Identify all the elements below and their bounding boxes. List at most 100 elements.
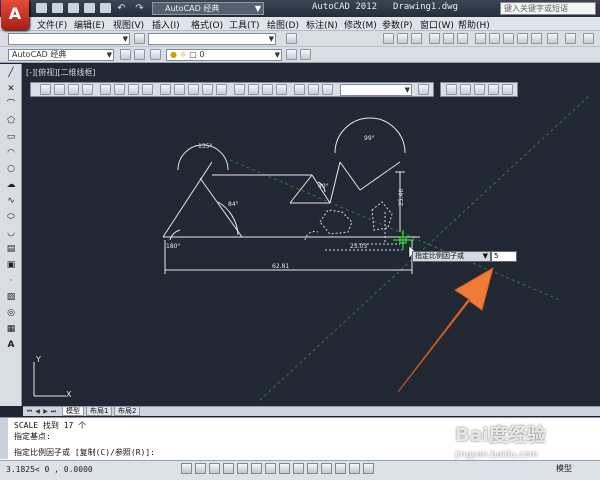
diameter-dim-icon[interactable] <box>128 84 139 95</box>
dim-space-icon[interactable] <box>202 84 213 95</box>
layer-previous-icon[interactable] <box>300 49 311 60</box>
dim-edit-icon[interactable] <box>294 84 305 95</box>
workspace-combo[interactable]: AutoCAD 经典 ▼ <box>8 49 114 61</box>
redo-icon[interactable]: ↷ <box>134 3 145 14</box>
copy-icon[interactable] <box>489 33 500 44</box>
autocad-logo-icon[interactable]: A <box>1 0 29 30</box>
snap-mode-icon[interactable] <box>195 463 206 474</box>
center-mark-icon[interactable] <box>248 84 259 95</box>
dtext-icon[interactable] <box>460 84 471 95</box>
layer-combo[interactable]: ● ☼ ▢ 0 ▼ <box>166 49 282 61</box>
menu-tools[interactable]: 工具(T) <box>229 18 260 31</box>
make-block-icon[interactable]: ▣ <box>5 260 17 270</box>
circle-icon[interactable]: ○ <box>5 164 17 174</box>
line-icon[interactable]: ╱ <box>5 68 17 78</box>
print-icon[interactable] <box>100 3 111 13</box>
polygon-icon[interactable]: ⬠ <box>5 116 17 126</box>
object-snap-tracking-icon[interactable] <box>279 463 290 474</box>
open-icon[interactable] <box>397 33 408 44</box>
jogged-linear-icon[interactable] <box>276 84 287 95</box>
ellipse-icon[interactable]: ⬭ <box>5 212 17 222</box>
publish-icon[interactable] <box>457 33 468 44</box>
menu-view[interactable]: 视图(V) <box>113 18 144 31</box>
ortho-icon[interactable] <box>223 463 234 474</box>
polar-tracking-icon[interactable] <box>237 463 248 474</box>
block-editor-icon[interactable] <box>531 33 542 44</box>
dim-break-icon[interactable] <box>216 84 227 95</box>
save-icon[interactable] <box>68 3 79 13</box>
drawing-canvas[interactable]: 135° 99° 40° 84° 180° 62.81 25.46 25.03 … <box>23 64 600 406</box>
polyline-icon[interactable]: ⌒ <box>5 100 17 110</box>
paste-icon[interactable] <box>503 33 514 44</box>
chevron-down-icon[interactable]: ▼ <box>483 252 488 261</box>
save-as-icon[interactable] <box>84 3 95 13</box>
dim-update-icon[interactable] <box>322 84 333 95</box>
revision-cloud-icon[interactable]: ☁ <box>5 180 17 190</box>
hatch-icon[interactable]: ▨ <box>5 292 17 302</box>
insert-block-icon[interactable]: ▤ <box>5 244 17 254</box>
region-icon[interactable]: ◎ <box>5 308 17 318</box>
menu-window[interactable]: 窗口(W) <box>420 18 454 31</box>
text-style-select[interactable]: ▼ <box>8 33 130 45</box>
cut-icon[interactable] <box>475 33 486 44</box>
grid-icon[interactable] <box>209 463 220 474</box>
tab-layout1[interactable]: 布局1 <box>86 407 113 416</box>
pan-icon[interactable] <box>583 33 594 44</box>
make-current-icon[interactable] <box>286 49 297 60</box>
infer-constraints-icon[interactable] <box>181 463 192 474</box>
mtext-icon[interactable] <box>446 84 457 95</box>
open-file-icon[interactable] <box>52 3 63 13</box>
first-tab-icon[interactable]: ⏮ <box>26 408 33 415</box>
menu-insert[interactable]: 插入(I) <box>152 18 180 31</box>
construction-line-icon[interactable]: ✕ <box>5 84 17 94</box>
angular-dim-icon[interactable] <box>142 84 153 95</box>
menu-draw[interactable]: 绘图(D) <box>267 18 299 31</box>
spline-icon[interactable]: ∿ <box>5 196 17 206</box>
arc-icon[interactable]: ◠ <box>5 148 17 158</box>
multiline-text-icon[interactable]: A <box>5 340 17 350</box>
table-icon[interactable]: ▦ <box>5 324 17 334</box>
menu-dimension[interactable]: 标注(N) <box>306 18 338 31</box>
arc-length-icon[interactable] <box>68 84 79 95</box>
quick-properties-icon[interactable] <box>349 463 360 474</box>
coordinate-readout[interactable]: 3.1825< 0 , 0.0000 <box>6 465 93 474</box>
tolerance-icon[interactable] <box>234 84 245 95</box>
ordinate-dim-icon[interactable] <box>82 84 93 95</box>
object-snap-icon[interactable] <box>251 463 262 474</box>
linear-dim-icon[interactable] <box>40 84 51 95</box>
undo-icon[interactable] <box>547 33 558 44</box>
save-icon[interactable] <box>411 33 422 44</box>
radius-dim-icon[interactable] <box>100 84 111 95</box>
jogged-dim-icon[interactable] <box>114 84 125 95</box>
find-text-icon[interactable] <box>488 84 499 95</box>
prev-tab-icon[interactable]: ◀ <box>34 408 41 415</box>
workspace-select[interactable]: AutoCAD 经典 ▼ <box>152 2 264 15</box>
dim-style-combo[interactable]: ▼ <box>340 84 412 96</box>
layer-properties-icon[interactable] <box>150 49 161 60</box>
point-icon[interactable]: · <box>5 276 17 286</box>
menu-parametric[interactable]: 参数(P) <box>382 18 412 31</box>
inspection-icon[interactable] <box>262 84 273 95</box>
rectangle-icon[interactable]: ▭ <box>5 132 17 142</box>
continue-dim-icon[interactable] <box>188 84 199 95</box>
tab-layout2[interactable]: 布局2 <box>114 407 141 416</box>
spell-check-icon[interactable] <box>502 84 513 95</box>
menu-edit[interactable]: 编辑(E) <box>74 18 105 31</box>
command-prompt[interactable]: 指定比例因子或 [复制(C)/参照(R)]: <box>14 447 155 458</box>
tab-model[interactable]: 模型 <box>62 407 84 416</box>
dim-style-icon[interactable] <box>286 33 297 44</box>
undo-icon[interactable]: ↶ <box>116 3 127 14</box>
scale-factor-input[interactable]: 5 <box>491 251 517 262</box>
next-tab-icon[interactable]: ▶ <box>42 408 49 415</box>
menu-help[interactable]: 帮助(H) <box>458 18 490 31</box>
menu-modify[interactable]: 修改(M) <box>344 18 377 31</box>
quick-dim-icon[interactable] <box>160 84 171 95</box>
viewport-label[interactable]: [-][俯视][二维线框] <box>26 67 96 78</box>
match-properties-icon[interactable] <box>517 33 528 44</box>
menu-format[interactable]: 格式(O) <box>191 18 223 31</box>
lineweight-icon[interactable] <box>321 463 332 474</box>
dim-style-select[interactable]: ▼ <box>148 33 276 45</box>
transparency-icon[interactable] <box>335 463 346 474</box>
selection-cycling-icon[interactable] <box>363 463 374 474</box>
3d-osnap-icon[interactable] <box>265 463 276 474</box>
